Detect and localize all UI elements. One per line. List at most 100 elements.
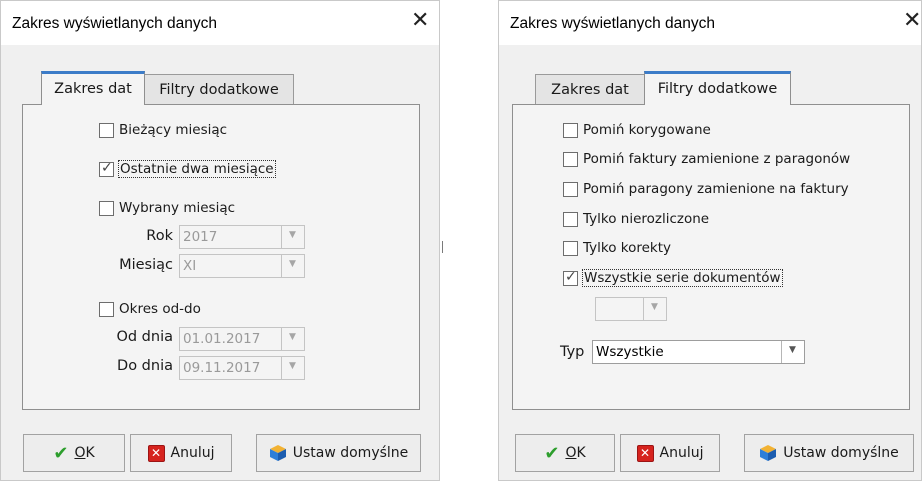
checkbox-label: Pomiń korygowane [583,122,711,138]
rok-value: 2017 [183,229,218,245]
title-bar: Zakres wyświetlanych danych ✕ [1,1,439,45]
tab-zakres-dat[interactable]: Zakres dat [41,71,145,105]
checkbox-all-document-series[interactable]: Wszystkie serie dokumentów [563,269,783,287]
divider-mark [442,241,443,253]
set-defaults-button[interactable]: Ustaw domyślne [744,434,914,472]
ok-mnemonic: O [565,445,577,461]
tab-filtry-dodatkowe[interactable]: Filtry dodatkowe [144,74,294,106]
cancel-button[interactable]: ✕ Anuluj [130,434,232,472]
dialog-client: Zakres dat Filtry dodatkowe Bieżący mies… [1,45,439,480]
ok-label: OK [565,445,585,461]
od-dnia-picker[interactable]: 01.01.2017 ▼ [179,327,305,351]
dialog-title: Zakres wyświetlanych danych [510,15,716,32]
checkbox-box[interactable] [563,181,578,197]
ok-label: OK [74,445,94,461]
od-dnia-dropdown-button[interactable]: ▼ [281,328,304,350]
typ-dropdown-button[interactable]: ▼ [781,341,804,363]
checkbox-box[interactable] [563,122,578,138]
od-dnia-label: Od dnia [116,329,173,345]
checkbox-label: Okres od-do [119,301,201,317]
dialog-client: Zakres dat Filtry dodatkowe Pomiń korygo… [499,45,921,480]
od-dnia-value: 01.01.2017 [183,331,261,347]
series-dropdown-button[interactable]: ▼ [643,298,666,320]
checkbox-last-two-months[interactable]: Ostatnie dwa miesiące [99,160,276,178]
checkbox-label: Wszystkie serie dokumentów [582,269,783,287]
ok-label-rest: K [85,445,95,461]
ok-button[interactable]: ✔ OK [515,434,615,472]
chevron-down-icon: ▼ [289,259,296,269]
checkbox-label: Pomiń paragony zamienione na faktury [583,181,849,197]
cancel-label: Anuluj [659,445,704,461]
chevron-down-icon: ▼ [789,345,796,355]
chevron-down-icon: ▼ [289,230,296,240]
defaults-label: Ustaw domyślne [783,445,899,461]
miesiac-value: XI [183,258,197,274]
dialog-date-range: Zakres wyświetlanych danych ✕ Zakres dat… [0,0,440,481]
miesiac-select[interactable]: XI ▼ [179,254,305,278]
checkbox-box[interactable] [563,240,578,256]
checkbox-label: Pomiń faktury zamienione z paragonów [583,151,851,167]
typ-label: Typ [560,344,585,360]
checkbox-box[interactable] [563,151,578,167]
dialog-additional-filters: Zakres wyświetlanych danych ✕ Zakres dat… [498,0,922,481]
checkbox-skip-corrected[interactable]: Pomiń korygowane [563,122,711,138]
dialog-title: Zakres wyświetlanych danych [12,15,218,32]
rok-dropdown-button[interactable]: ▼ [281,226,304,248]
chevron-down-icon: ▼ [651,302,658,312]
do-dnia-label: Do dnia [117,358,173,374]
checkbox-box[interactable] [99,200,114,216]
ok-button[interactable]: ✔ OK [23,434,125,472]
do-dnia-dropdown-button[interactable]: ▼ [281,357,304,379]
typ-select[interactable]: Wszystkie ▼ [592,340,805,364]
chevron-down-icon: ▼ [289,361,296,371]
tab-zakres-dat[interactable]: Zakres dat [535,74,645,106]
do-dnia-picker[interactable]: 09.11.2017 ▼ [179,356,305,380]
title-bar: Zakres wyświetlanych danych ✕ [499,1,921,45]
checkbox-box[interactable] [99,301,114,317]
cube-icon [759,444,777,462]
rok-select[interactable]: 2017 ▼ [179,225,305,249]
checkbox-box[interactable] [99,122,114,138]
checkbox-label: Ostatnie dwa miesiące [118,160,276,178]
checkbox-box[interactable] [99,160,114,177]
checkbox-selected-month[interactable]: Wybrany miesiąc [99,200,235,216]
checkbox-only-corrections[interactable]: Tylko korekty [563,240,671,256]
cube-icon [269,444,287,462]
checkmark-icon: ✔ [544,442,560,464]
checkbox-label: Wybrany miesiąc [119,200,236,216]
miesiac-dropdown-button[interactable]: ▼ [281,255,304,277]
defaults-label: Ustaw domyślne [292,445,409,461]
rok-label: Rok [146,228,173,244]
tab-label: Filtry dodatkowe [159,82,279,98]
checkbox-label: Tylko korekty [583,240,672,256]
do-dnia-value: 09.11.2017 [183,360,261,376]
checkbox-box[interactable] [563,269,578,286]
tab-page [512,104,910,410]
tab-label: Filtry dodatkowe [657,81,778,97]
red-x-icon: ✕ [147,444,165,462]
red-x-icon: ✕ [636,444,654,462]
typ-value: Wszystkie [596,344,664,360]
tab-label: Zakres dat [54,81,132,97]
checkbox-date-range[interactable]: Okres od-do [99,301,201,317]
chevron-down-icon: ▼ [289,332,296,342]
close-icon[interactable]: ✕ [903,10,921,32]
tab-filtry-dodatkowe[interactable]: Filtry dodatkowe [644,71,791,105]
ok-mnemonic: O [74,445,86,461]
series-select[interactable]: ▼ [595,297,667,321]
cancel-button[interactable]: ✕ Anuluj [620,434,720,472]
tab-label: Zakres dat [551,82,629,98]
cancel-label: Anuluj [170,445,215,461]
checkbox-current-month[interactable]: Bieżący miesiąc [99,122,227,138]
set-defaults-button[interactable]: Ustaw domyślne [256,434,421,472]
ok-label-rest: K [576,445,586,461]
checkbox-label: Bieżący miesiąc [119,122,228,138]
checkbox-box[interactable] [563,211,578,227]
checkbox-skip-invoices-from-receipts[interactable]: Pomiń faktury zamienione z paragonów [563,151,850,167]
miesiac-label: Miesiąc [119,257,173,273]
close-icon[interactable]: ✕ [411,10,429,32]
checkbox-label: Tylko nierozliczone [583,211,710,227]
checkbox-only-unsettled[interactable]: Tylko nierozliczone [563,211,709,227]
checkmark-icon: ✔ [53,442,69,464]
checkbox-skip-receipts-to-invoices[interactable]: Pomiń paragony zamienione na faktury [563,181,849,197]
